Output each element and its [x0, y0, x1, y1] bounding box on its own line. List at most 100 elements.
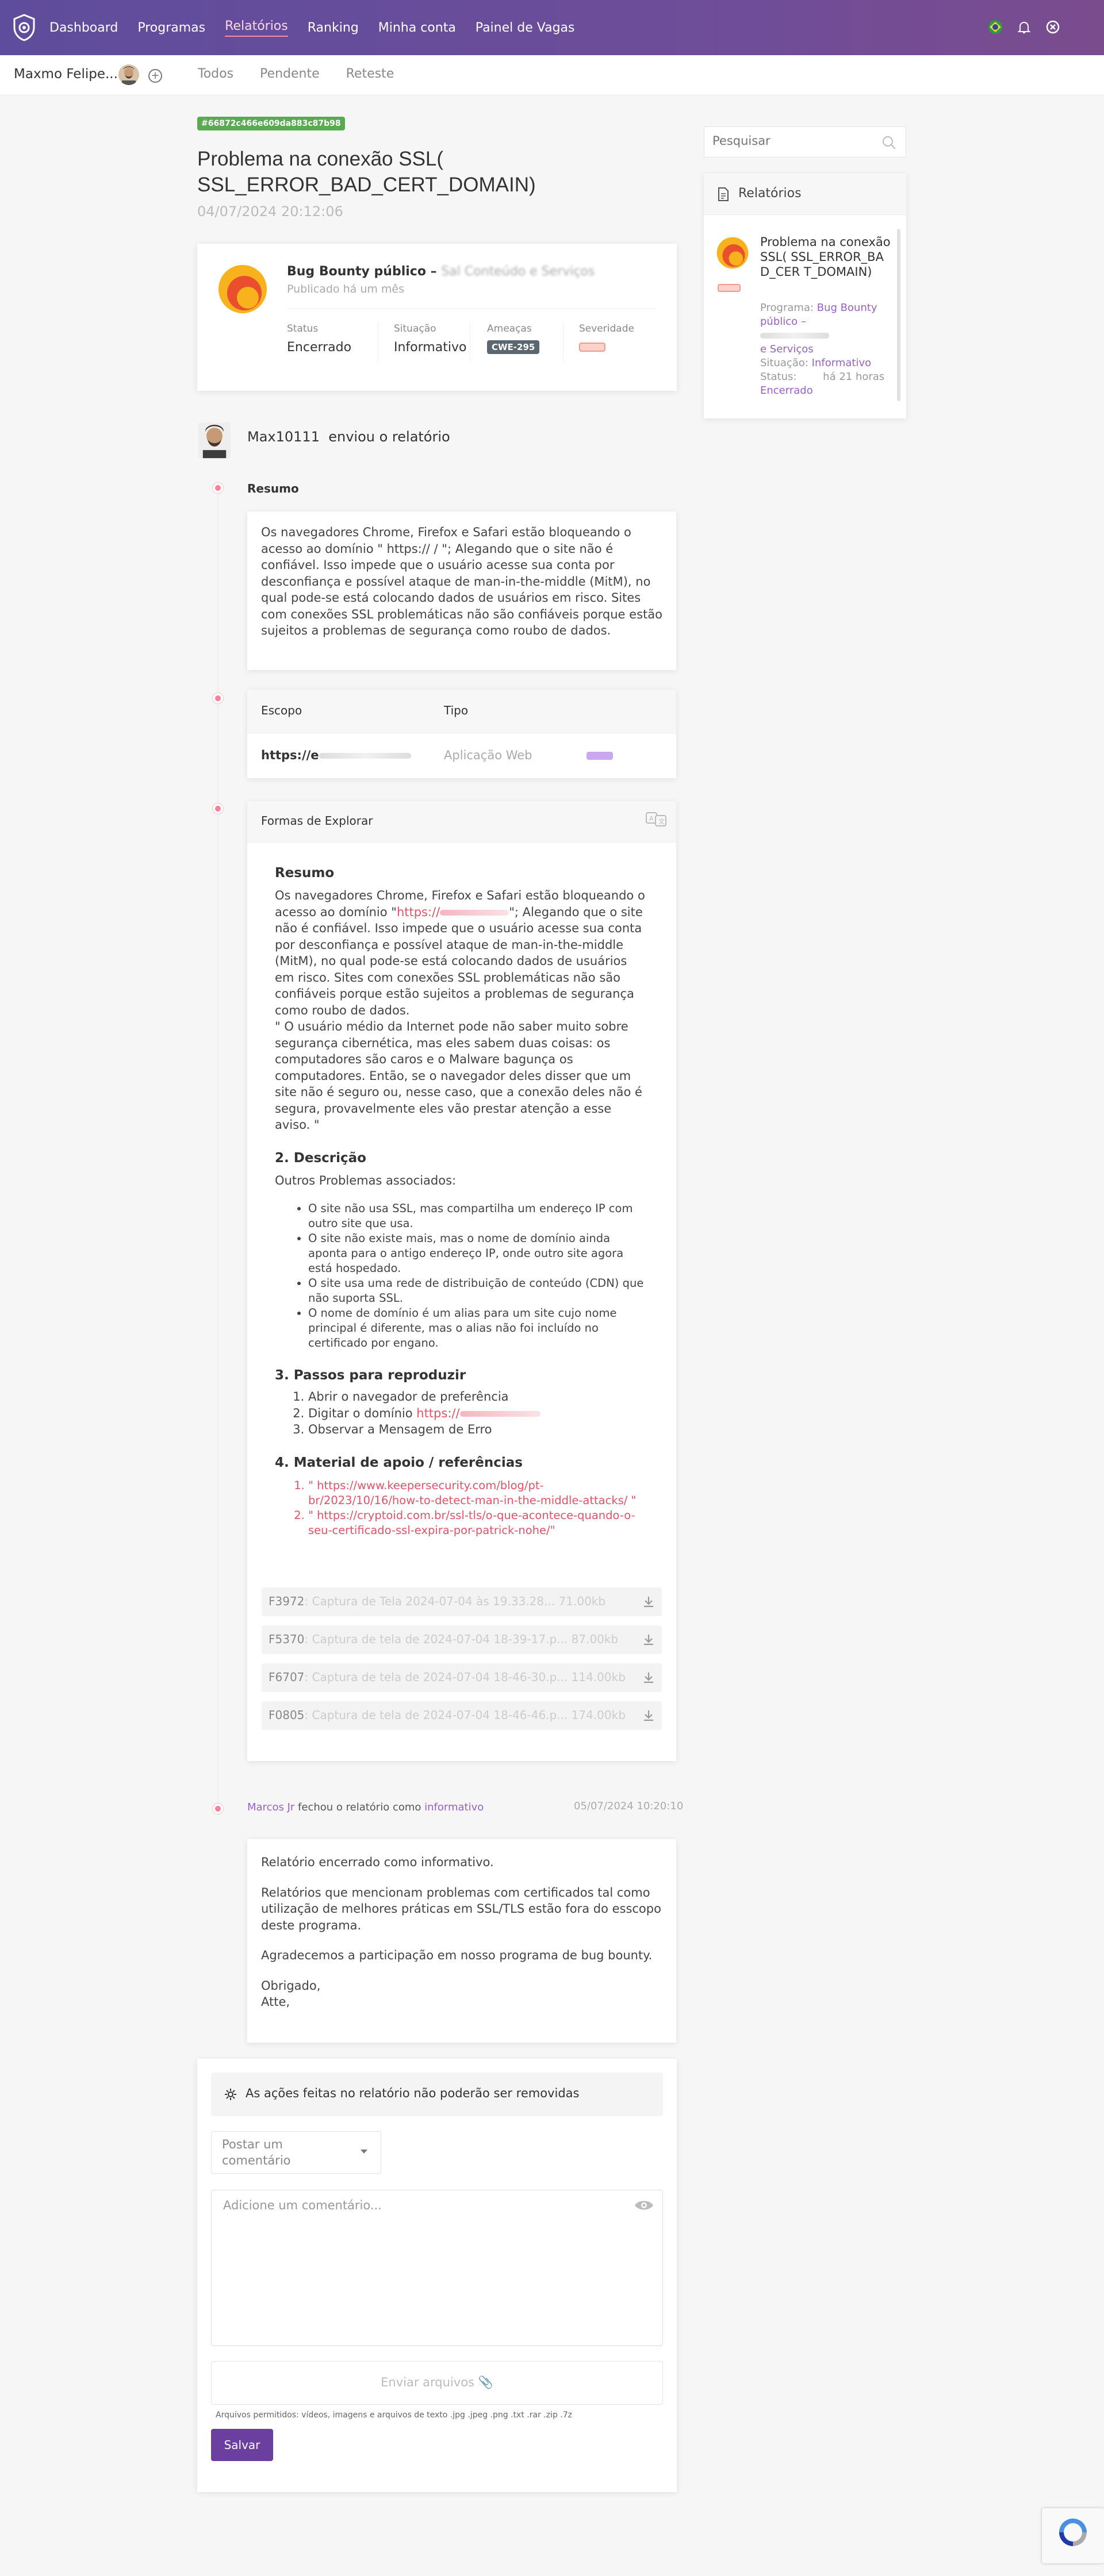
save-button[interactable]: Salvar — [211, 2429, 273, 2461]
summary-card: Os navegadores Chrome, Firefox e Safari … — [247, 512, 676, 670]
descricao-intro: Outros Problemas associados: — [275, 1173, 457, 1187]
attachment-item[interactable]: F5370: Captura de tela de 2024-07-04 18-… — [262, 1625, 662, 1654]
sidebar-report-meta: Programa: Bug Bounty público – e Serviço… — [760, 302, 885, 397]
attachment-item[interactable]: F0805: Captura de tela de 2024-07-04 18-… — [262, 1701, 662, 1730]
download-icon[interactable] — [642, 1709, 655, 1722]
search-box[interactable] — [704, 126, 906, 157]
author-avatar[interactable] — [198, 422, 231, 459]
author-name[interactable]: Max10111 — [247, 429, 320, 445]
attachment-item[interactable]: F6707: Captura de tela de 2024-07-04 18-… — [262, 1663, 662, 1692]
referencias-heading: 4. Material de apoio / referências — [275, 1455, 523, 1470]
svg-text:文: 文 — [658, 817, 665, 825]
program-published: Publicado há um mês — [287, 283, 405, 295]
reference-link[interactable]: " https://www.keepersecurity.com/blog/pt… — [308, 1478, 649, 1508]
threat-badge[interactable]: CWE-295 — [487, 340, 540, 354]
close-user-link[interactable]: Marcos Jr — [247, 1801, 294, 1813]
list-item: Abrir o navegador de preferência — [308, 1389, 649, 1405]
preview-eye-icon[interactable] — [634, 2198, 654, 2212]
step-domain-link[interactable]: https:// — [416, 1406, 540, 1420]
list-item: O nome de domínio é um alias para um sit… — [308, 1306, 649, 1351]
close-date: 05/07/2024 10:20:10 — [574, 1800, 684, 1812]
refs-list: " https://www.keepersecurity.com/blog/pt… — [308, 1478, 649, 1538]
reports-sidebar: Relatórios Problema na conexão SSL( SSL_… — [704, 174, 906, 418]
problems-list: O site não usa SSL, mas compartilha um e… — [308, 1201, 649, 1351]
add-circle-icon[interactable]: + — [148, 69, 162, 83]
search-input[interactable] — [712, 134, 873, 148]
explore-card: Formas de Explorar A文 Resumo Os navegado… — [247, 801, 676, 1761]
passos-heading: 3. Passos para reproduzir — [275, 1368, 466, 1383]
notice-text: As ações feitas no relatório não poderão… — [246, 2086, 580, 2100]
program-logo — [218, 265, 267, 313]
program-name[interactable]: Bug Bounty público – Sal Conteúdo e Serv… — [287, 264, 595, 279]
report-hash-badge: #66872c466e609da883c87b98 — [197, 117, 345, 130]
situation-label: Situação — [394, 323, 436, 335]
nav-minha-conta[interactable]: Minha conta — [378, 21, 456, 35]
attachment-item[interactable]: F3972: Captura de Tela 2024-07-04 às 19.… — [262, 1587, 662, 1616]
author-line: Max10111 enviou o relatório — [247, 429, 450, 445]
close-msg-line: Agradecemos a participação em nosso prog… — [261, 1948, 653, 1962]
document-icon — [718, 187, 729, 201]
severity-badge — [579, 343, 605, 352]
resumo-paragraph: Os navegadores Chrome, Firefox e Safari … — [275, 889, 645, 1017]
tab-reteste[interactable]: Reteste — [346, 67, 394, 81]
top-navbar: Dashboard Programas Relatórios Ranking M… — [0, 0, 1104, 55]
svg-text:A: A — [649, 815, 654, 822]
summary-title: Resumo — [247, 482, 299, 495]
page-title: Problema na conexão SSL( SSL_ERROR_BAD_C… — [197, 148, 536, 196]
bell-icon[interactable] — [1017, 20, 1032, 34]
sidebar-report-title[interactable]: Problema na conexão SSL( SSL_ERROR_BAD_C… — [760, 234, 892, 279]
recaptcha-icon — [1059, 2519, 1087, 2546]
logout-icon[interactable] — [1045, 20, 1060, 34]
paperclip-icon: 📎 — [478, 2375, 493, 2389]
threats-label: Ameaças — [487, 323, 532, 335]
nav-painel-vagas[interactable]: Painel de Vagas — [476, 21, 575, 35]
list-item: O site não existe mais, mas o nome de do… — [308, 1231, 649, 1276]
reference-link[interactable]: " https://cryptoid.com.br/ssl-tls/o-que-… — [308, 1508, 649, 1538]
download-icon[interactable] — [642, 1671, 655, 1684]
descricao-heading: 2. Descrição — [275, 1150, 366, 1166]
main-nav: Dashboard Programas Relatórios Ranking M… — [49, 0, 574, 55]
brazil-flag-icon[interactable] — [988, 20, 1003, 34]
download-icon[interactable] — [642, 1595, 655, 1608]
domain-link[interactable]: https:// — [397, 905, 509, 919]
comment-form: As ações feitas no relatório não poderão… — [197, 2059, 677, 2492]
quote-paragraph: " O usuário médio da Internet pode não s… — [275, 1020, 642, 1132]
tab-pendente[interactable]: Pendente — [260, 67, 320, 81]
search-icon[interactable] — [881, 135, 896, 150]
translate-icon[interactable]: A文 — [645, 810, 668, 828]
avatar[interactable] — [118, 64, 139, 85]
close-msg-line: Obrigado, — [261, 1978, 321, 1993]
program-logo-small — [716, 237, 749, 269]
type-value: Aplicação Web — [444, 748, 532, 762]
timeline-line — [217, 486, 218, 1813]
nav-relatorios[interactable]: Relatórios — [225, 19, 288, 37]
close-msg-line: Relatório encerrado como informativo. — [261, 1855, 494, 1869]
recaptcha-badge[interactable] — [1042, 2508, 1104, 2563]
scope-card: Escopo Tipo https://e Aplicação Web — [247, 690, 676, 778]
scope-value[interactable]: https://e — [261, 748, 411, 762]
user-name[interactable]: Maxmo Felipe... — [14, 67, 118, 82]
program-card: Bug Bounty público – Sal Conteúdo e Serv… — [197, 244, 677, 391]
nav-programas[interactable]: Programas — [137, 21, 205, 35]
upload-files-button[interactable]: Enviar arquivos 📎 — [211, 2361, 663, 2405]
nav-ranking[interactable]: Ranking — [308, 21, 359, 35]
explore-title: Formas de Explorar — [261, 814, 373, 828]
timeline-dot — [213, 803, 223, 814]
type-badge — [586, 752, 613, 760]
scope-label: Escopo — [261, 703, 302, 717]
explore-content: Resumo Os navegadores Chrome, Firefox e … — [275, 866, 649, 1538]
tab-todos[interactable]: Todos — [198, 67, 233, 81]
comment-type-select[interactable]: Postar um comentário — [211, 2131, 381, 2174]
timeline-dot — [213, 693, 223, 703]
nav-dashboard[interactable]: Dashboard — [49, 21, 118, 35]
scrollbar[interactable] — [897, 229, 900, 401]
status-value: Encerrado — [287, 340, 352, 355]
logo-shield-icon[interactable] — [13, 14, 36, 41]
sub-bar — [0, 55, 1104, 95]
list-item: O site não usa SSL, mas compartilha um e… — [308, 1201, 649, 1231]
list-item: Observar a Mensagem de Erro — [308, 1421, 649, 1438]
download-icon[interactable] — [642, 1633, 655, 1646]
comment-textarea[interactable]: Adicione um comentário... — [211, 2190, 663, 2346]
summary-text: Os navegadores Chrome, Firefox e Safari … — [261, 525, 662, 637]
gear-icon — [225, 2089, 236, 2100]
